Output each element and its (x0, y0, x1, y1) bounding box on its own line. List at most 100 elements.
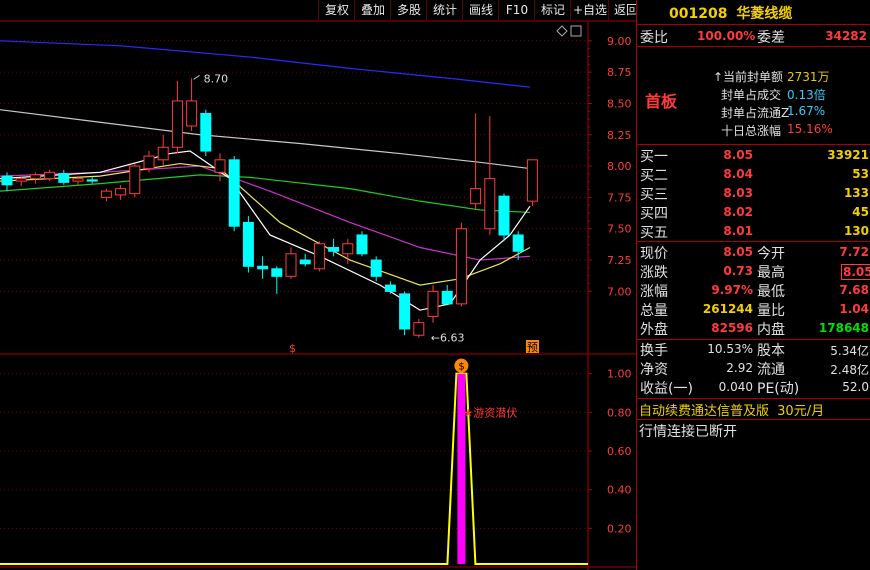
ma-line-1 (0, 109, 531, 170)
connection-status: 行情连接已断开 (639, 424, 737, 440)
quote-panel: 001208 华菱线缆 委比 100.00% 委差 34282 首板 ↑当前封单… (636, 0, 870, 570)
toolbar-button-0[interactable]: 复权 (318, 0, 355, 20)
candle (526, 159, 538, 202)
fund-label: PE(动) (757, 381, 800, 397)
bid-label: 买二 (640, 168, 668, 184)
candle (15, 178, 27, 182)
bid-volume: 53 (852, 167, 869, 181)
candle (299, 259, 311, 265)
candle (470, 188, 482, 205)
fund-value: 52.0 (842, 380, 869, 394)
quote-label: 涨跌 (640, 265, 668, 281)
toolbar-button-1[interactable]: 叠加 (354, 0, 391, 20)
price-tick-label: 8.75 (607, 66, 632, 79)
candle (441, 290, 453, 305)
candle (58, 173, 70, 183)
high-arrow (193, 74, 200, 80)
window-icon[interactable] (570, 25, 582, 37)
fund-label: 收益(一) (640, 381, 693, 397)
chart-area[interactable]: 9.00 8.75 8.50 8.25 8.00 7.75 7.50 7.25 7.00 8.70… (0, 0, 636, 570)
ad-link[interactable]: 自动续费通达信普及版 30元/月 (639, 400, 824, 419)
candle (115, 188, 127, 196)
high-label: 8.70 (204, 72, 229, 85)
quote-label: 总量 (640, 303, 668, 319)
candle (356, 234, 368, 255)
diamond-icon[interactable] (556, 25, 568, 37)
toolbar-button-4[interactable]: 画线 (462, 0, 499, 20)
toolbar-button-6[interactable]: 标记 (534, 0, 571, 20)
wb-label: 委比 (640, 30, 668, 46)
quote-value: 7.68 (839, 283, 869, 297)
fund-value: 10.53% (707, 342, 753, 356)
candle (399, 293, 411, 330)
quote-value: 8.05 (723, 245, 753, 259)
stock-code: 001208 (669, 6, 728, 22)
quote-value: 1.04 (839, 302, 869, 316)
fund-value: 2.92 (726, 361, 753, 375)
quote-label: 涨幅 (640, 284, 668, 300)
toolbar-button-2[interactable]: 多股 (390, 0, 427, 20)
wc-label: 委差 (757, 30, 785, 46)
candle (1, 175, 13, 186)
fund-label: 流通 (757, 362, 785, 378)
quote-value: 178648 (818, 321, 869, 335)
signal-label: ★游资潜伏 (463, 405, 517, 419)
bid-label: 买一 (640, 149, 668, 165)
quote-label: 量比 (757, 303, 785, 319)
pre-mark: 预 (527, 341, 538, 354)
limit-value: 0.13倍 (787, 88, 826, 102)
price-tick-label: 8.50 (607, 97, 632, 110)
candle (342, 243, 354, 255)
quote-value: 9.97% (711, 283, 753, 297)
toolbar-button-7[interactable]: +自选 (570, 0, 609, 20)
limit-label: ↑当前封单额 (713, 70, 784, 84)
quote-value: 0.73 (723, 264, 753, 278)
indicator-tick-label: 1.00 (607, 368, 632, 381)
bid-price: 8.02 (723, 205, 753, 219)
candle (129, 165, 141, 195)
indicator-tick-label: 0.40 (607, 484, 632, 497)
candle (271, 268, 283, 277)
limit-title: 首板 (645, 92, 678, 111)
candle (370, 259, 382, 277)
low-label: ←6.63 (431, 332, 465, 345)
wb-value: 100.00% (697, 29, 756, 43)
candle (427, 290, 439, 317)
stock-title: 001208 华菱线缆 (669, 3, 792, 23)
candle (44, 171, 56, 180)
candle (455, 228, 467, 305)
limit-label: 封单占成交 (721, 88, 782, 102)
price-tick-label: 8.00 (607, 160, 632, 173)
limit-value: 1.67% (787, 104, 826, 118)
price-tick-label: 8.25 (607, 129, 632, 142)
quote-label: 现价 (640, 246, 668, 262)
candle (72, 178, 84, 182)
candle (313, 243, 325, 270)
indicator-bar (457, 373, 466, 564)
indicator-tick-label: 0.60 (607, 445, 632, 458)
stock-name: 华菱线缆 (736, 6, 793, 22)
candle (484, 178, 496, 230)
price-tick-label: 9.00 (607, 35, 632, 48)
fund-label: 换手 (640, 343, 668, 359)
bid-label: 买三 (640, 187, 668, 203)
toolbar-button-5[interactable]: F10 (498, 0, 535, 20)
price-tick-label: 7.25 (607, 254, 632, 267)
candle (228, 159, 240, 227)
toolbar-button-3[interactable]: 统计 (426, 0, 463, 20)
ad-text: 自动续费通达信普及版 (639, 404, 770, 419)
wc-value: 34282 (825, 29, 867, 43)
indicator-tick-label: 0.20 (607, 522, 632, 535)
price-tick-label: 7.75 (607, 191, 632, 204)
candle (200, 112, 212, 152)
quote-value: 82596 (711, 321, 753, 335)
candle (157, 146, 169, 161)
price-tick-label: 7.50 (607, 223, 632, 236)
chart-toolbar: 复权 叠加 多股 统计 画线 F10 标记 +自选 返回 (0, 0, 638, 21)
kline-chart[interactable]: 9.00 8.75 8.50 8.25 8.00 7.75 7.50 7.25 7.00 8.70… (0, 0, 636, 570)
bid-volume: 33921 (827, 148, 869, 162)
money-bag-label: $ (458, 362, 464, 373)
candle (242, 221, 254, 267)
candle (29, 174, 41, 180)
limit-value: 15.16% (787, 122, 833, 136)
